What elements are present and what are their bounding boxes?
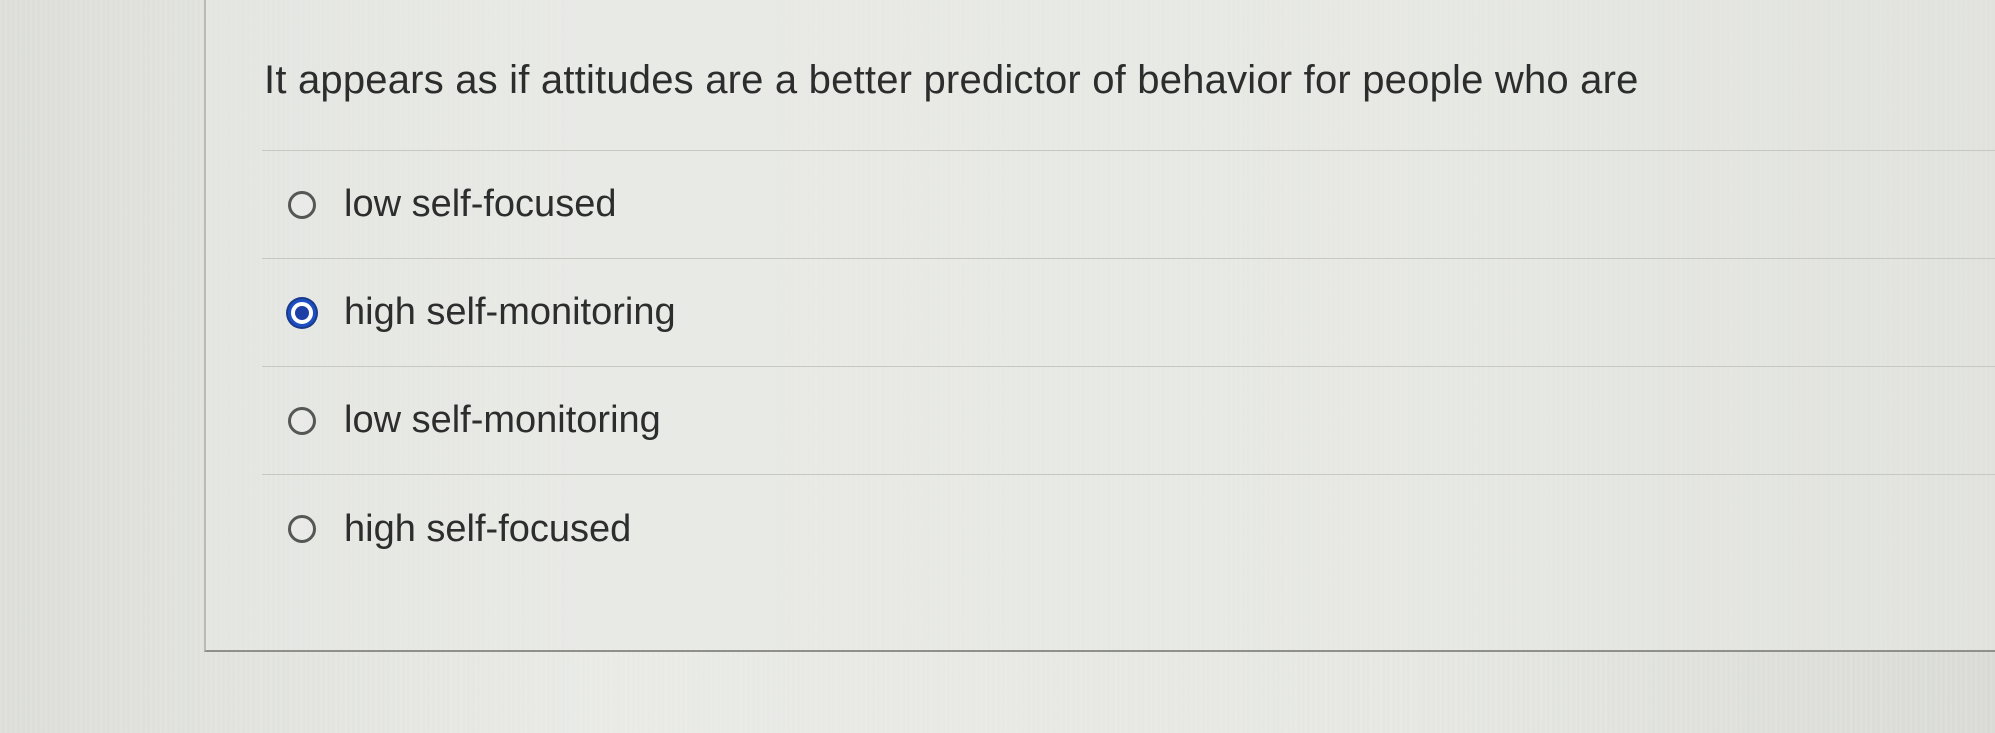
- option-low-self-focused[interactable]: low self-focused: [262, 151, 1995, 259]
- radio-button-icon[interactable]: [288, 190, 316, 219]
- radio-button-icon[interactable]: [288, 406, 316, 435]
- option-label: high self-monitoring: [344, 291, 676, 333]
- option-label: high self-focused: [344, 507, 632, 550]
- option-label: low self-monitoring: [344, 399, 661, 441]
- radio-button-icon[interactable]: [288, 515, 316, 543]
- question-text: It appears as if attitudes are a better …: [264, 58, 1639, 102]
- answer-options: low self-focused high self-monitoring lo…: [262, 150, 1995, 583]
- radio-button-icon[interactable]: [288, 298, 316, 327]
- option-label: low self-focused: [344, 183, 617, 225]
- option-high-self-focused[interactable]: high self-focused: [262, 475, 1995, 583]
- option-low-self-monitoring[interactable]: low self-monitoring: [262, 367, 1995, 475]
- option-high-self-monitoring[interactable]: high self-monitoring: [262, 259, 1995, 367]
- question-card: It appears as if attitudes are a better …: [204, 0, 1995, 652]
